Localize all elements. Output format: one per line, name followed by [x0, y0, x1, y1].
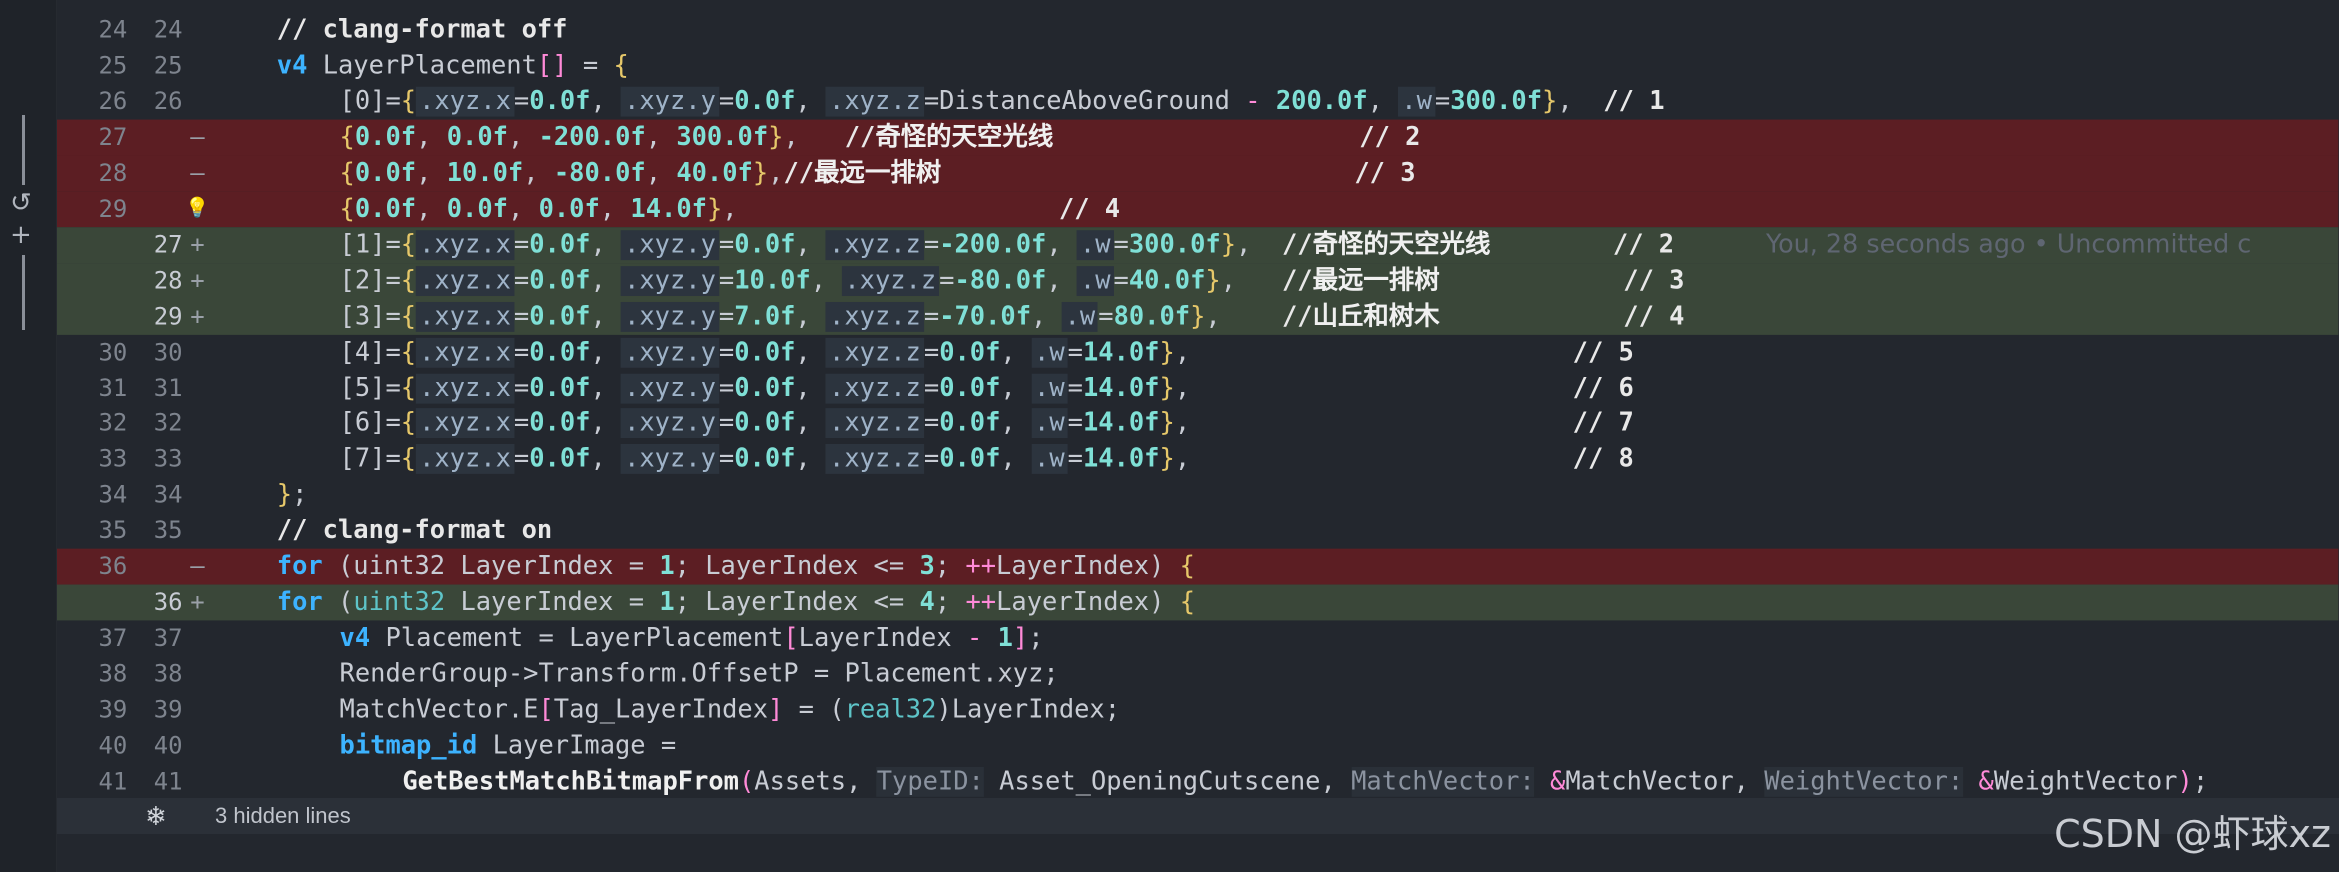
removed-marker: —	[190, 158, 205, 187]
code-line[interactable]: 31 31 [5]={.xyz.x =0.0f, .xyz.y =0.0f, .xyz.…	[57, 370, 2339, 406]
new-line-number: 24	[153, 14, 183, 44]
hidden-lines-label: 3 hidden lines	[215, 803, 351, 828]
new-line-number: 40	[153, 731, 183, 760]
code-text: [2]={.xyz.x =0.0f, .xyz.y =10.0f, .xyz.z =-…	[339, 265, 1685, 296]
plus-icon[interactable]: +	[10, 222, 32, 248]
new-line-number: 39	[153, 695, 183, 724]
new-line-number: 41	[153, 766, 183, 796]
added-line[interactable]: 27 + [1]={.xyz.x =0.0f, .xyz.y =0.0f, .xyz.z…	[57, 226, 2339, 263]
added-marker: +	[190, 301, 205, 330]
new-line-number: 37	[153, 623, 183, 653]
scm-gutter-line	[22, 255, 25, 330]
added-marker: +	[190, 265, 205, 294]
code-text: {0.0f, 10.0f, -80.0f, 40.0f},//最远一排树 // …	[339, 158, 1416, 189]
code-line[interactable]: 32 32 [6]={.xyz.x =0.0f, .xyz.y =0.0f, .xyz.…	[57, 406, 2339, 442]
new-line-number: 31	[153, 373, 183, 402]
code-text: // clang-format off	[276, 14, 568, 45]
code-line[interactable]: 25 25 v4 LayerPlacement[] = {	[57, 48, 2339, 84]
code-line[interactable]: 40 40 bitmap_id LayerImage =	[57, 728, 2339, 764]
code-text: [3]={.xyz.x =0.0f, .xyz.y =7.0f, .xyz.z =-7…	[339, 301, 1685, 332]
code-text: GetBestMatchBitmapFrom(Assets, TypeID: A…	[402, 766, 2209, 797]
new-line-number: 29	[153, 301, 183, 330]
removed-line[interactable]: 29 💡 {0.0f, 0.0f, 0.0f, 14.0f}, // 4	[57, 190, 2339, 227]
code-text: RenderGroup->Transform.OffsetP = Placeme…	[339, 659, 1059, 690]
new-line-number: 26	[153, 86, 183, 115]
code-text: [0]={.xyz.x =0.0f, .xyz.y =0.0f, .xyz.z =Di…	[339, 86, 1665, 117]
code-line[interactable]: 26 26 [0]={.xyz.x =0.0f, .xyz.y =0.0f, .xyz.…	[57, 84, 2339, 120]
removed-marker: —	[190, 122, 205, 151]
removed-line[interactable]: 27 — {0.0f, 0.0f, -200.0f, 300.0f}, //奇怪的天…	[57, 119, 2339, 156]
code-text: MatchVector.E[Tag_LayerIndex] = (real32)…	[339, 695, 1121, 726]
new-line-number: 32	[153, 408, 183, 438]
code-text: bitmap_id LayerImage =	[339, 731, 677, 761]
code-line[interactable]: 30 30 [4]={.xyz.x =0.0f, .xyz.y =0.0f, .xyz.…	[57, 334, 2339, 370]
diff-editor[interactable]: 24 24// clang-format off 25 25 v4 LayerPlace…	[57, 0, 2339, 872]
added-line[interactable]: 29 + [3]={.xyz.x =0.0f, .xyz.y =7.0f, .xyz.z…	[57, 298, 2339, 335]
undo-icon[interactable]: ↺	[10, 190, 32, 216]
code-line[interactable]: 34 34};	[57, 477, 2339, 513]
code-text: [5]={.xyz.x =0.0f, .xyz.y =0.0f, .xyz.z =0.…	[339, 373, 1634, 403]
added-line[interactable]: 28 + [2]={.xyz.x =0.0f, .xyz.y =10.0f, .xyz.…	[57, 262, 2339, 299]
code-text: [1]={.xyz.x =0.0f, .xyz.y =0.0f, .xyz.z =-2…	[339, 229, 2252, 260]
watermark: CSDN @虾球xz	[2054, 812, 2331, 856]
old-line-number: 28	[98, 158, 128, 187]
code-line[interactable]: 33 33 [7]={.xyz.x =0.0f, .xyz.y =0.0f, .xyz.…	[57, 442, 2339, 478]
added-marker: +	[190, 229, 205, 259]
removed-marker: —	[190, 552, 205, 581]
code-text: [4]={.xyz.x =0.0f, .xyz.y =0.0f, .xyz.z =0.…	[339, 337, 1634, 368]
removed-line[interactable]: 28 — {0.0f, 10.0f, -80.0f, 40.0f},//最远一排树 …	[57, 155, 2339, 192]
lightbulb-icon[interactable]: 💡	[183, 191, 213, 227]
added-marker: +	[190, 587, 205, 617]
new-line-number: 33	[153, 444, 183, 474]
code-text: [6]={.xyz.x =0.0f, .xyz.y =0.0f, .xyz.z =0.…	[339, 408, 1634, 439]
code-text: {0.0f, 0.0f, -200.0f, 300.0f}, //奇怪的天空光线…	[339, 122, 1421, 153]
code-line[interactable]: 39 39 MatchVector.E[Tag_LayerIndex] = (rea…	[57, 692, 2339, 728]
code-text: v4 Placement = LayerPlacement[LayerIndex…	[339, 623, 1044, 654]
code-text: v4 LayerPlacement[] = {	[276, 50, 629, 81]
code-text: {0.0f, 0.0f, 0.0f, 14.0f}, // 4	[339, 193, 1121, 224]
old-line-number: 29	[98, 193, 128, 223]
code-line[interactable]: 37 37 v4 Placement = LayerPlacement[LayerI…	[57, 621, 2339, 657]
new-line-number: 28	[153, 265, 183, 294]
code-line[interactable]: 41 41 GetBestMatchBitmapFrom(Assets, TypeI…	[57, 764, 2339, 800]
added-line[interactable]: 36 + for (uint32 LayerIndex = 1; LayerInde…	[57, 584, 2339, 621]
snowflake-icon: ❄	[145, 801, 167, 831]
new-line-number: 30	[153, 337, 183, 366]
code-line[interactable]: 24 24// clang-format off	[57, 12, 2339, 48]
new-line-number: 35	[153, 516, 183, 545]
code-text: for (uint32 LayerIndex = 1; LayerIndex <…	[276, 587, 1196, 618]
new-line-number: 27	[153, 229, 183, 259]
new-line-number: 38	[153, 659, 183, 688]
code-text: };	[276, 480, 308, 511]
new-line-number: 36	[153, 587, 183, 617]
code-text: // clang-format on	[276, 516, 553, 547]
code-text: for (uint32 LayerIndex = 1; LayerIndex <…	[276, 552, 1195, 582]
scm-gutter-line	[22, 115, 25, 185]
new-line-number: 25	[153, 50, 183, 80]
activity-bar: ↺ +	[0, 0, 57, 872]
code-text: [7]={.xyz.x =0.0f, .xyz.y =0.0f, .xyz.z =0.…	[339, 444, 1634, 475]
old-line-number: 36	[98, 552, 128, 581]
removed-line[interactable]: 36 — for (uint32 LayerIndex = 1; LayerInde…	[57, 549, 2339, 585]
hidden-lines-bar[interactable]: ❄ 3 hidden lines	[57, 798, 2339, 834]
code-line[interactable]: 35 35// clang-format on	[57, 513, 2339, 549]
new-line-number: 34	[153, 480, 183, 509]
code-line[interactable]: 38 38 RenderGroup->Transform.OffsetP = Pla…	[57, 656, 2339, 692]
old-line-number: 27	[98, 122, 128, 151]
